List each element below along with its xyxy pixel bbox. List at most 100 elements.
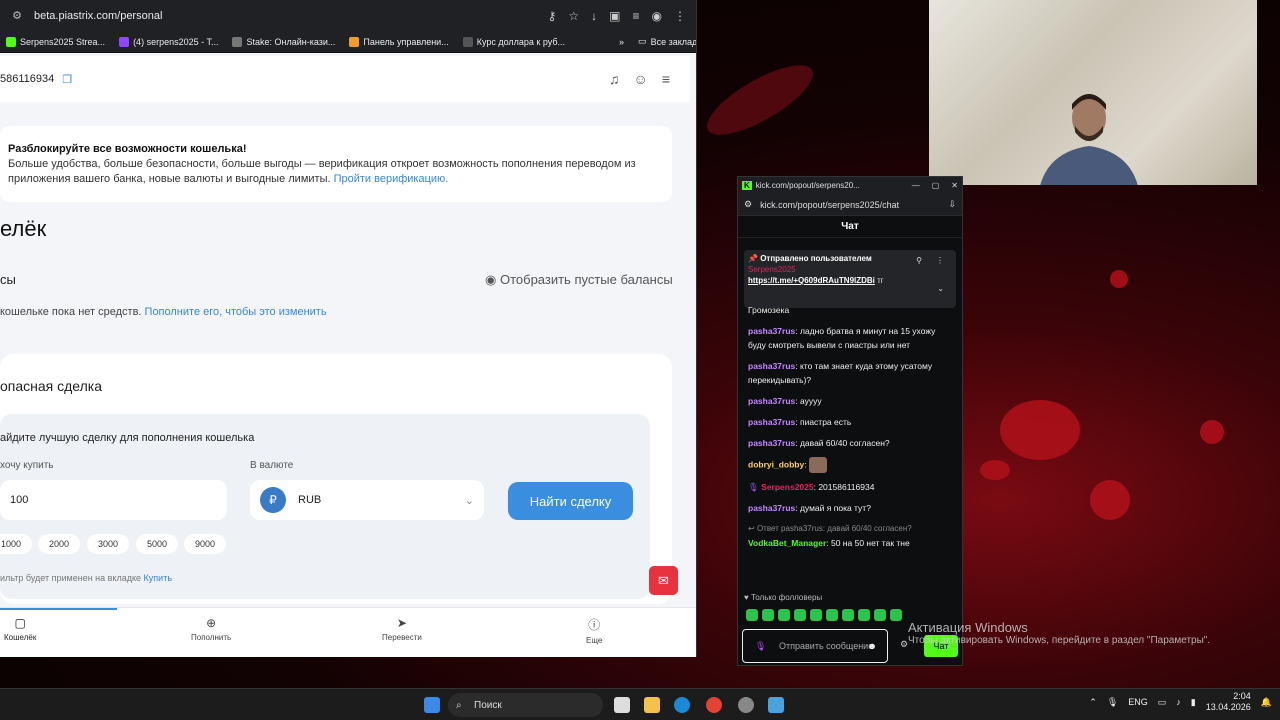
settings-icon[interactable]: ⚙: [900, 639, 908, 650]
unpin-icon[interactable]: ⚲: [916, 256, 922, 265]
chat-header: Чат: [738, 216, 962, 238]
app-icon[interactable]: [738, 697, 754, 713]
emote-icon[interactable]: [762, 609, 774, 621]
verification-banner: Разблокируйте все возможности кошелька! …: [0, 126, 672, 202]
emote-icon[interactable]: [794, 609, 806, 621]
chat-window-title: kick.com/popout/serpens20...: [755, 181, 860, 190]
menu-icon[interactable]: ⋮: [674, 9, 686, 23]
profile-icon[interactable]: ☺: [634, 71, 648, 87]
amount-chip[interactable]: 3000: [87, 534, 129, 554]
emote-icon[interactable]: [858, 609, 870, 621]
star-icon[interactable]: ☆: [568, 9, 579, 23]
emote-icon[interactable]: [778, 609, 790, 621]
nav-wallet[interactable]: ▢ Кошелёк: [4, 616, 36, 642]
chat-url[interactable]: kick.com/popout/serpens2025/chat: [760, 200, 899, 210]
notepad-icon[interactable]: [768, 697, 784, 713]
broadcaster-badge-icon: 🎙: [748, 482, 762, 492]
volume-icon[interactable]: ♪: [1176, 697, 1181, 707]
folder-icon: ▭: [638, 36, 647, 46]
clock[interactable]: 2:04 13.04.2026: [1206, 691, 1251, 713]
nav-more[interactable]: ⓘ Еще: [586, 616, 602, 645]
media-icon[interactable]: ≡: [633, 9, 640, 23]
buy-tab-link[interactable]: Купить: [144, 573, 172, 583]
taskbar: ⌕ Поиск ⌃ 🎙 ENG ▭ ♪ ▮ 2:04 13.04.2026 🔔: [0, 688, 1280, 720]
bookmarks-overflow-icon[interactable]: »: [619, 37, 624, 47]
more-icon[interactable]: ⋮: [936, 256, 944, 265]
explorer-icon[interactable]: [644, 697, 660, 713]
safe-deal-title: опасная сделка: [0, 378, 103, 394]
amount-chip[interactable]: 5000: [136, 534, 178, 554]
url-field[interactable]: beta.piastrix.com/personal: [34, 10, 548, 22]
hamburger-icon[interactable]: ≡: [662, 71, 670, 87]
battery-icon[interactable]: ▮: [1191, 697, 1196, 708]
amount-input[interactable]: 100: [0, 480, 227, 520]
chrome-icon[interactable]: [706, 697, 722, 713]
bookmark-item[interactable]: Stake: Онлайн-кази...: [232, 36, 335, 47]
download-icon[interactable]: ⇩: [948, 199, 956, 210]
support-chat-button[interactable]: ✉: [649, 566, 678, 595]
search-icon: ⌕: [456, 699, 462, 711]
nav-transfer[interactable]: ➤ Перевести: [382, 616, 422, 642]
close-icon[interactable]: ✕: [951, 181, 958, 190]
chevron-up-icon[interactable]: ⌃: [1089, 697, 1097, 708]
bookmark-item[interactable]: Serpens2025 Strea...: [6, 36, 105, 47]
emote-icon[interactable]: [810, 609, 822, 621]
amount-chip[interactable]: 2000: [38, 534, 80, 554]
key-icon[interactable]: ⚷: [548, 9, 557, 23]
all-bookmarks[interactable]: ▭Все закладки: [638, 36, 696, 47]
bell-icon[interactable]: ♫: [609, 71, 620, 87]
language-indicator[interactable]: ENG: [1128, 697, 1148, 707]
kick-icon: [6, 36, 16, 47]
emote-icon[interactable]: [746, 609, 758, 621]
pinned-user: Serpens2025: [748, 265, 796, 274]
want-buy-label: хочу купить: [0, 460, 54, 471]
mic-icon[interactable]: 🎙: [1107, 697, 1118, 708]
currency-select[interactable]: ₽ RUB ⌄: [250, 480, 484, 520]
site-settings-icon[interactable]: ⚙: [744, 199, 752, 210]
maximize-icon[interactable]: ▢: [932, 181, 940, 190]
filter-note: ильтр будет применен на вкладке Купить: [0, 573, 173, 583]
emote-icon[interactable]: [874, 609, 886, 621]
bookmark-item[interactable]: (4) serpens2025 - T...: [119, 36, 218, 47]
start-icon[interactable]: [424, 697, 440, 713]
chat-messages: Громозека pasha37rus: ладно братва я мин…: [748, 303, 953, 557]
ruble-icon: ₽: [260, 487, 286, 513]
mic-badge-icon: 🎙: [755, 640, 767, 651]
banner-text: Больше удобства, больше безопасности, бо…: [8, 158, 636, 185]
deal-subtitle: айдите лучшую сделку для пополнения коше…: [0, 432, 255, 444]
chevron-down-icon[interactable]: ⌄: [937, 284, 944, 293]
edge-icon[interactable]: [674, 697, 690, 713]
site-settings-icon[interactable]: ⚙: [10, 9, 24, 23]
amount-chip[interactable]: 1000: [0, 534, 32, 554]
wallet-topbar: 586116934 ❐ ♫ ☺ ≡: [0, 56, 690, 102]
download-icon[interactable]: ↓: [591, 9, 597, 23]
emote-icon[interactable]: [826, 609, 838, 621]
bookmark-item[interactable]: Панель управлени...: [349, 36, 449, 47]
emote-icon[interactable]: [890, 609, 902, 621]
followers-only-notice: ♥ Только фолловеры: [744, 593, 823, 602]
avatar[interactable]: ◉: [652, 9, 662, 23]
chat-message: pasha37rus: пиастра есть: [748, 417, 852, 427]
notifications-icon[interactable]: 🔔: [1261, 697, 1272, 708]
copy-icon[interactable]: ❐: [62, 73, 72, 86]
info-icon: ⓘ: [588, 618, 601, 632]
pinned-link[interactable]: https://t.me/+Q609dRAuTN9lZDBi: [748, 276, 875, 285]
active-tab-indicator: [0, 608, 117, 610]
find-deal-button[interactable]: Найти сделку: [508, 482, 633, 520]
show-empty-balances[interactable]: ◉ Отобразить пустые балансы: [485, 272, 673, 288]
top-up-link[interactable]: Пополните его, чтобы это изменить: [145, 306, 327, 318]
emote-icon[interactable]: [842, 609, 854, 621]
bookmark-item[interactable]: Курс доллара к руб...: [462, 36, 565, 47]
network-icon[interactable]: ▭: [1158, 697, 1167, 708]
verify-link[interactable]: Пройти верификацию.: [334, 173, 449, 185]
extensions-icon[interactable]: ▣: [609, 9, 620, 23]
nav-topup[interactable]: ⊕ Пополнить: [191, 616, 231, 642]
reply-icon: ↩: [748, 524, 757, 533]
balances-title: сы: [0, 272, 16, 287]
taskbar-search[interactable]: ⌕ Поиск: [448, 693, 603, 717]
task-view-icon[interactable]: [614, 697, 630, 713]
amount-chip[interactable]: 9000: [184, 534, 226, 554]
emoji-icon[interactable]: ☻: [868, 641, 877, 652]
minimize-icon[interactable]: —: [912, 181, 920, 190]
chat-input[interactable]: 🎙 Отправить сообщение ☻: [742, 629, 888, 663]
